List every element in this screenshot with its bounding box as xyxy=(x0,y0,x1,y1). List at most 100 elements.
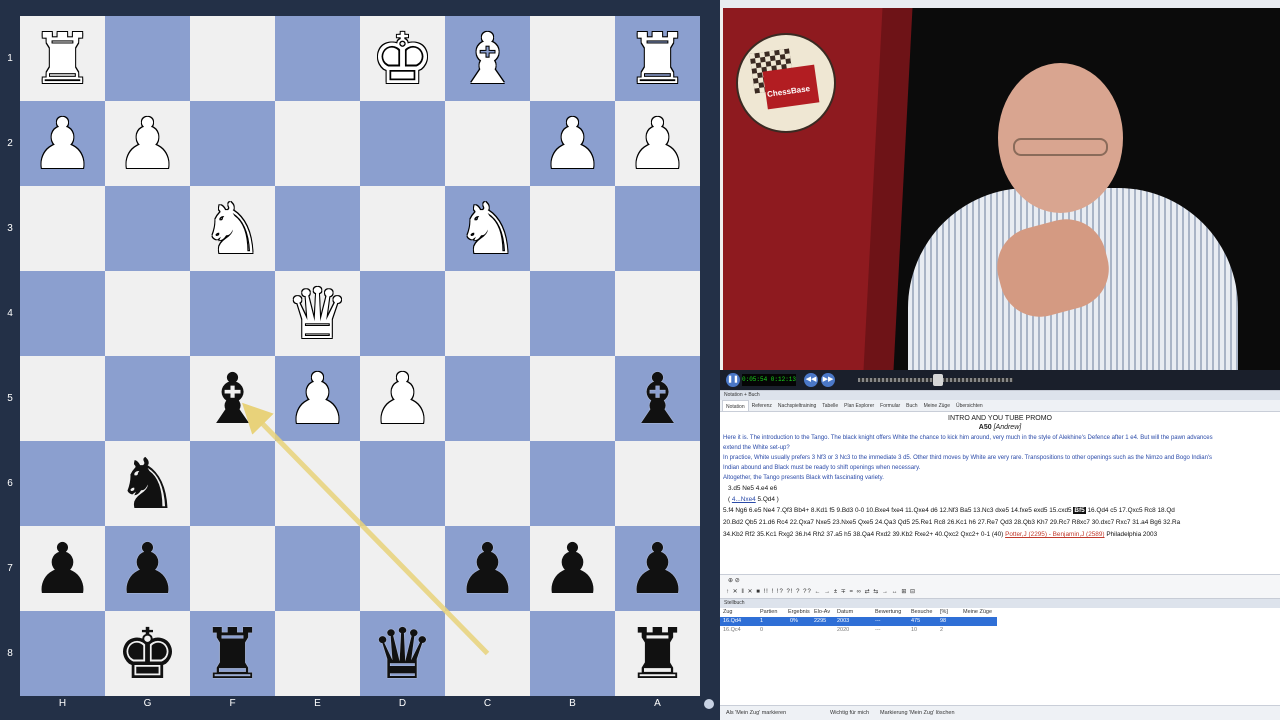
square-d6[interactable] xyxy=(360,441,445,526)
main-moves[interactable]: 3.d5 Ne5 4.e4 e6 xyxy=(720,483,1280,494)
square-g2[interactable]: ♟ xyxy=(105,101,190,186)
square-a6[interactable] xyxy=(615,441,700,526)
square-b5[interactable] xyxy=(530,356,615,441)
square-e5[interactable]: ♟ xyxy=(275,356,360,441)
notation-toolbar[interactable]: ⊕ ⊘ xyxy=(720,574,1280,586)
square-a5[interactable]: ♝ xyxy=(615,356,700,441)
square-h6[interactable] xyxy=(20,441,105,526)
white-bishop-icon[interactable]: ♝ xyxy=(456,24,519,94)
square-h3[interactable] xyxy=(20,186,105,271)
square-a1[interactable]: ♜ xyxy=(615,16,700,101)
white-knight-icon[interactable]: ♞ xyxy=(201,194,264,264)
square-a2[interactable]: ♟ xyxy=(615,101,700,186)
rewind-icon[interactable]: ◀◀ xyxy=(804,373,818,387)
square-a3[interactable] xyxy=(615,186,700,271)
square-c8[interactable] xyxy=(445,611,530,696)
square-e4[interactable]: ♛ xyxy=(275,271,360,356)
square-h8[interactable] xyxy=(20,611,105,696)
white-knight-icon[interactable]: ♞ xyxy=(456,194,519,264)
square-c1[interactable]: ♝ xyxy=(445,16,530,101)
square-d3[interactable] xyxy=(360,186,445,271)
square-f8[interactable]: ♜ xyxy=(190,611,275,696)
tab-formular[interactable]: Formular xyxy=(877,400,903,411)
square-f4[interactable] xyxy=(190,271,275,356)
square-c5[interactable] xyxy=(445,356,530,441)
square-d4[interactable] xyxy=(360,271,445,356)
video-player[interactable]: ChessBase xyxy=(723,8,1280,370)
square-f1[interactable] xyxy=(190,16,275,101)
tab-buch[interactable]: Buch xyxy=(903,400,920,411)
black-bishop-icon[interactable]: ♝ xyxy=(626,364,689,434)
pause-icon[interactable]: ❚❚ xyxy=(726,373,740,387)
col-header[interactable]: Elo-Av xyxy=(814,608,830,617)
table-row[interactable]: 16.Qc4 0 2020 --- 10 2 xyxy=(720,626,1280,635)
mark-my-move-button[interactable]: Als 'Mein Zug' markieren xyxy=(726,706,786,720)
square-d1[interactable]: ♚ xyxy=(360,16,445,101)
variation-line[interactable]: ( 4...Nxe4 5.Qd4 ) xyxy=(720,494,1280,505)
square-e7[interactable] xyxy=(275,526,360,611)
clear-my-move-button[interactable]: Markierung 'Mein Zug' löschen xyxy=(880,706,955,720)
square-b6[interactable] xyxy=(530,441,615,526)
white-king-icon[interactable]: ♚ xyxy=(371,24,434,94)
square-d2[interactable] xyxy=(360,101,445,186)
white-pawn-icon[interactable]: ♟ xyxy=(371,364,434,434)
square-c6[interactable] xyxy=(445,441,530,526)
square-b7[interactable]: ♟ xyxy=(530,526,615,611)
black-pawn-icon[interactable]: ♟ xyxy=(456,534,519,604)
col-header[interactable]: Meine Züge xyxy=(963,608,992,617)
black-bishop-icon[interactable]: ♝ xyxy=(201,364,264,434)
tab-nachspieltraining[interactable]: Nachspieltraining xyxy=(775,400,819,411)
tab-meine-zuege[interactable]: Meine Züge xyxy=(921,400,953,411)
square-b1[interactable] xyxy=(530,16,615,101)
square-g7[interactable]: ♟ xyxy=(105,526,190,611)
square-f7[interactable] xyxy=(190,526,275,611)
square-g8[interactable]: ♚ xyxy=(105,611,190,696)
square-f5[interactable]: ♝ xyxy=(190,356,275,441)
col-header[interactable]: Bewertung xyxy=(875,608,901,617)
black-queen-icon[interactable]: ♛ xyxy=(371,619,434,689)
square-a8[interactable]: ♜ xyxy=(615,611,700,696)
important-button[interactable]: Wichtig für mich xyxy=(830,706,869,720)
col-header[interactable]: [%] xyxy=(940,608,948,617)
square-f3[interactable]: ♞ xyxy=(190,186,275,271)
black-rook-icon[interactable]: ♜ xyxy=(626,619,689,689)
white-pawn-icon[interactable]: ♟ xyxy=(541,109,604,179)
square-f2[interactable] xyxy=(190,101,275,186)
move-line[interactable]: 5.f4 Ng6 6.e5 Ne4 7.Qf3 Bb4+ 8.Kd1 f5 9.… xyxy=(720,505,1280,517)
square-c7[interactable]: ♟ xyxy=(445,526,530,611)
col-header[interactable]: Zug xyxy=(723,608,732,617)
white-pawn-icon[interactable]: ♟ xyxy=(286,364,349,434)
square-b8[interactable] xyxy=(530,611,615,696)
black-pawn-icon[interactable]: ♟ xyxy=(541,534,604,604)
square-h2[interactable]: ♟ xyxy=(20,101,105,186)
square-h5[interactable] xyxy=(20,356,105,441)
black-pawn-icon[interactable]: ♟ xyxy=(116,534,179,604)
col-header[interactable]: Datum xyxy=(837,608,853,617)
variation-link[interactable]: 4...Nxe4 xyxy=(732,496,756,503)
move-line[interactable]: 20.Bd2 Qb5 21.d6 Rc4 22.Qxa7 Nxe5 23.Nxe… xyxy=(720,517,1280,529)
current-move[interactable]: Bf5 xyxy=(1073,507,1086,514)
square-c2[interactable] xyxy=(445,101,530,186)
white-pawn-icon[interactable]: ♟ xyxy=(31,109,94,179)
col-header[interactable]: Partien xyxy=(760,608,777,617)
square-d8[interactable]: ♛ xyxy=(360,611,445,696)
game-players-link[interactable]: Potter,J (2295) - Benjamin,J (2589) xyxy=(1005,531,1104,538)
white-queen-icon[interactable]: ♛ xyxy=(286,279,349,349)
annotation-symbols-toolbar[interactable]: ↑ ✕ ‖ ✕ ■ !! ! !? ?! ? ?? ← → ± ∓ = ∞ ⇄ … xyxy=(720,586,1280,598)
square-g3[interactable] xyxy=(105,186,190,271)
square-e6[interactable] xyxy=(275,441,360,526)
table-row[interactable]: 16.Qd4 1 0% 2295 2003 --- 475 98 xyxy=(720,617,997,626)
col-header[interactable]: Besuche xyxy=(911,608,932,617)
board-resize-handle[interactable] xyxy=(704,699,714,709)
square-a4[interactable] xyxy=(615,271,700,356)
tab-referenz[interactable]: Referenz xyxy=(749,400,775,411)
square-b4[interactable] xyxy=(530,271,615,356)
square-a7[interactable]: ♟ xyxy=(615,526,700,611)
square-e8[interactable] xyxy=(275,611,360,696)
square-e3[interactable] xyxy=(275,186,360,271)
col-header[interactable]: Ergebnis xyxy=(788,608,810,617)
video-seek-thumb[interactable] xyxy=(933,374,943,386)
square-g1[interactable] xyxy=(105,16,190,101)
tab-plan-explorer[interactable]: Plan Explorer xyxy=(841,400,877,411)
white-pawn-icon[interactable]: ♟ xyxy=(626,109,689,179)
